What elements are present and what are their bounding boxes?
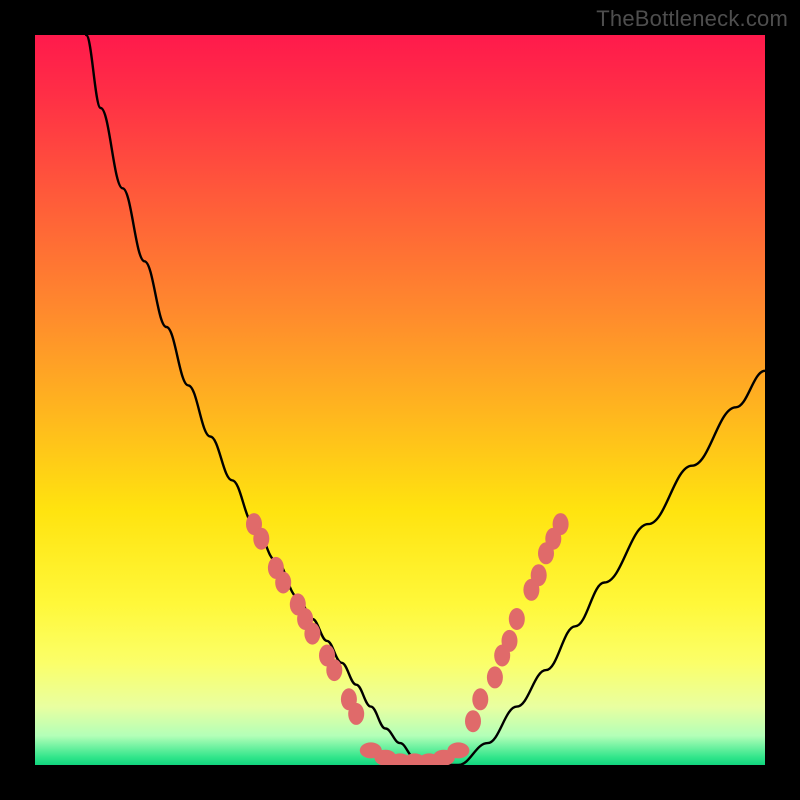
marker-dot xyxy=(553,513,569,535)
marker-dot xyxy=(348,703,364,725)
watermark-text: TheBottleneck.com xyxy=(596,6,788,32)
marker-dot xyxy=(509,608,525,630)
marker-dot xyxy=(326,659,342,681)
chart-frame: TheBottleneck.com xyxy=(0,0,800,800)
chart-plot-area xyxy=(35,35,765,765)
marker-dot xyxy=(447,742,469,758)
marker-dot xyxy=(472,688,488,710)
marker-dot xyxy=(304,623,320,645)
marker-dot xyxy=(487,666,503,688)
curve-line xyxy=(86,35,765,765)
marker-group xyxy=(246,513,569,765)
marker-dot xyxy=(531,564,547,586)
marker-dot xyxy=(275,572,291,594)
marker-dot xyxy=(502,630,518,652)
marker-dot xyxy=(465,710,481,732)
chart-svg xyxy=(35,35,765,765)
marker-dot xyxy=(253,528,269,550)
